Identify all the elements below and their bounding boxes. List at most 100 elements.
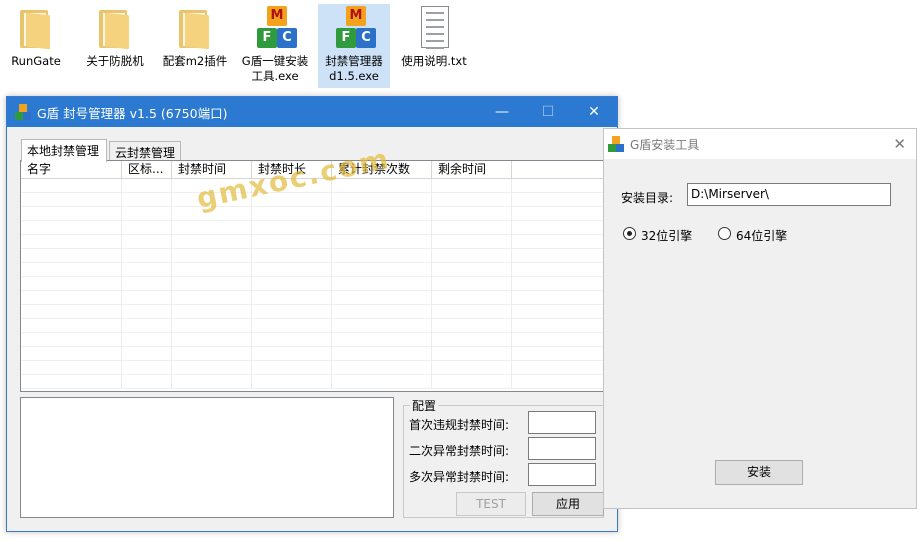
ban-list[interactable]: 名字 区标... 封禁时间 封禁时长 累计封禁次数 剩余时间 [20,160,604,392]
config-legend: 配置 [410,397,439,414]
list-row[interactable] [21,249,603,263]
list-cell [512,207,603,221]
apply-button[interactable]: 应用 [532,492,604,516]
list-cell [432,207,512,221]
tab-cloud-ban[interactable]: 云封禁管理 [109,141,181,161]
list-row[interactable] [21,361,603,375]
desktop-icon-anti-offline[interactable]: 关于防脱机 [79,4,151,69]
list-cell [172,291,252,305]
maximize-button[interactable]: ☐ [525,97,571,127]
column-header-name[interactable]: 名字 [21,161,122,179]
list-row[interactable] [21,319,603,333]
list-cell [172,347,252,361]
desktop-icon-ban-manager-exe[interactable]: MFC 封禁管理器d1.5.exe [318,4,390,88]
list-cell [122,277,172,291]
list-cell [172,361,252,375]
minimize-button[interactable]: — [479,97,525,127]
list-cell [122,193,172,207]
radio-32bit-label[interactable]: 32位引擎 [641,227,692,244]
install-button[interactable]: 安装 [715,460,803,485]
installer-window[interactable]: G盾安装工具 ✕ 安装目录: D:\Mirserver\ 32位引擎 64位引擎… [603,128,917,509]
list-cell [122,319,172,333]
list-cell [512,179,603,193]
list-row[interactable] [21,305,603,319]
list-cell [21,333,122,347]
list-row[interactable] [21,263,603,277]
config-group: 配置 首次违规封禁时间: 二次异常封禁时间: 多次异常封禁时间: TEST 应用 [403,397,604,518]
list-cell [21,193,122,207]
test-button[interactable]: TEST [456,492,526,516]
multi-violation-label: 多次异常封禁时间: [409,470,510,484]
log-textarea[interactable] [20,397,394,518]
list-row[interactable] [21,235,603,249]
list-cell [432,193,512,207]
list-cell [332,277,432,291]
list-cell [122,249,172,263]
list-cell [512,249,603,263]
list-row[interactable] [21,375,603,389]
list-cell [332,207,432,221]
list-row[interactable] [21,347,603,361]
desktop-icon-m2-plugin[interactable]: 配套m2插件 [159,4,231,69]
list-row[interactable] [21,193,603,207]
title-bar[interactable]: G盾 封号管理器 v1.5 (6750端口) — ☐ ✕ [7,97,617,127]
close-button[interactable]: ✕ [571,97,617,127]
list-cell [122,305,172,319]
tab-local-ban[interactable]: 本地封禁管理 [21,139,107,162]
list-cell [432,333,512,347]
list-cell [21,291,122,305]
app-icon [15,104,31,120]
text-file-icon [421,6,449,49]
installer-title-bar[interactable]: G盾安装工具 ✕ [604,129,916,159]
list-cell [252,347,332,361]
radio-64bit-label[interactable]: 64位引擎 [736,227,787,244]
first-violation-input[interactable] [528,411,596,434]
mfc-app-icon: MFC [255,4,299,52]
list-cell [172,249,252,263]
desktop-icon-rungate[interactable]: RunGate [0,4,72,69]
installer-window-title: G盾安装工具 [630,137,700,152]
list-row[interactable] [21,221,603,235]
desktop-icon-label: 关于防脱机 [86,54,144,68]
desktop-icon-readme-txt[interactable]: 使用说明.txt [398,4,470,69]
multi-violation-input[interactable] [528,463,596,486]
installer-close-button[interactable]: ✕ [893,135,906,153]
install-dir-label: 安装目录: [621,191,674,205]
list-cell [432,319,512,333]
list-row[interactable] [21,277,603,291]
folder-icon [179,10,209,50]
desktop-icon-installer-exe[interactable]: MFC G盾一键安装工具.exe [239,4,311,84]
list-cell [512,347,603,361]
first-violation-label: 首次违规封禁时间: [409,418,510,432]
list-cell [332,221,432,235]
list-cell [512,235,603,249]
list-cell [512,221,603,235]
list-cell [122,333,172,347]
radio-32bit[interactable] [623,227,636,240]
list-cell [432,235,512,249]
list-cell [252,361,332,375]
list-cell [21,375,122,389]
list-cell [252,333,332,347]
list-cell [252,221,332,235]
second-violation-label: 二次异常封禁时间: [409,444,510,458]
list-cell [122,375,172,389]
list-cell [172,333,252,347]
install-dir-input[interactable]: D:\Mirserver\ [687,183,891,206]
column-header-zone[interactable]: 区标... [122,161,172,179]
list-row[interactable] [21,291,603,305]
list-row[interactable] [21,333,603,347]
list-cell [21,319,122,333]
list-cell [252,207,332,221]
list-cell [252,291,332,305]
radio-64bit[interactable] [718,227,731,240]
list-cell [122,263,172,277]
second-violation-input[interactable] [528,437,596,460]
list-cell [332,319,432,333]
list-cell [252,249,332,263]
list-cell [332,347,432,361]
list-row[interactable] [21,207,603,221]
list-cell [332,375,432,389]
column-header-filler [512,161,603,179]
column-header-remaining[interactable]: 剩余时间 [432,161,512,179]
